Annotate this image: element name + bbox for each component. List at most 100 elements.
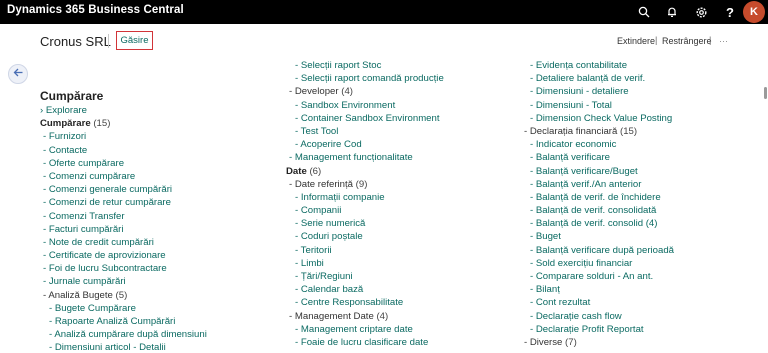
nav-link[interactable]: - Balanță verificare/Buget: [521, 165, 674, 178]
nav-label: - Comparare solduri - An ant.: [530, 271, 654, 282]
nav-label: - Dimensiuni - Total: [530, 99, 612, 111]
nav-link[interactable]: - Bugete Cumpărare: [40, 302, 207, 315]
nav-link[interactable]: - Contacte: [40, 144, 207, 157]
company-name[interactable]: Cronus SRL: [40, 34, 111, 49]
nav-link[interactable]: - Balanță verificare după perioadă: [521, 244, 674, 257]
nav-link[interactable]: - Serie numerică: [286, 217, 444, 230]
nav-link[interactable]: - Comenzi de retur cumpărare: [40, 196, 207, 209]
nav-link[interactable]: - Comenzi cumpărare: [40, 170, 207, 183]
nav-link[interactable]: - Detaliere balanță de verif.: [521, 72, 674, 85]
nav-link[interactable]: - Foaie de lucru clasificare date: [286, 336, 444, 349]
nav-link[interactable]: - Management funcționalitate: [286, 151, 444, 164]
top-bar: Dynamics 365 Business Central ? K: [0, 0, 768, 24]
nav-link[interactable]: - Cont rezultat: [521, 296, 674, 309]
nav-link[interactable]: - Note de credit cumpărări: [40, 236, 207, 249]
item-count: (9): [353, 178, 368, 190]
nav-label: - Rapoarte Analiză Cumpărări: [49, 316, 176, 327]
nav-label: - Test Tool: [295, 125, 339, 137]
nav-label: - Date referință: [289, 178, 353, 190]
nav-label: - Țări/Regiuni: [295, 271, 353, 282]
nav-link[interactable]: - Balanță de verif. de închidere: [521, 191, 674, 204]
nav-link[interactable]: - Rapoarte Analiză Cumpărări: [40, 315, 207, 328]
app-title: Dynamics 365 Business Central: [7, 4, 184, 16]
nav-link[interactable]: - Selecții raport comandă producție: [286, 72, 444, 85]
nav-label: - Companii: [295, 205, 342, 217]
collapse-button[interactable]: Restrângere: [662, 36, 712, 46]
nav-link[interactable]: - Declarație Profit Reportat: [521, 323, 674, 336]
nav-link[interactable]: - Coduri poștale: [286, 230, 444, 243]
nav-link[interactable]: - Calendar bază: [286, 283, 444, 296]
nav-label: - Limbi: [295, 257, 324, 269]
find-button[interactable]: Găsire: [116, 31, 153, 50]
nav-link[interactable]: - Bilanț: [521, 283, 674, 296]
nav-link[interactable]: - Indicator economic: [521, 138, 674, 151]
expand-button[interactable]: Extindere: [617, 36, 655, 46]
nav-link[interactable]: - Facturi cumpărări: [40, 223, 207, 236]
nav-link[interactable]: - Dimensiuni - Total: [521, 99, 674, 112]
nav-label: - Comenzi cumpărare: [43, 170, 136, 182]
nav-link[interactable]: - Container Sandbox Environment: [286, 112, 444, 125]
nav-link[interactable]: - Buget: [521, 230, 674, 243]
nav-label: - Foaie de lucru clasificare date: [295, 336, 429, 348]
nav-link[interactable]: - Țări/Regiuni: [286, 270, 444, 283]
avatar[interactable]: K: [743, 1, 765, 23]
nav-link[interactable]: - Comparare solduri - An ant.: [521, 270, 674, 283]
nav-label: - Teritorii: [295, 244, 332, 256]
nav-link[interactable]: - Balanță verif./An anterior: [521, 178, 674, 191]
nav-link[interactable]: - Selecții raport Stoc: [286, 59, 444, 72]
nav-label: - Furnizori: [43, 131, 87, 143]
nav-link[interactable]: - Jurnale cumpărări: [40, 275, 207, 288]
nav-link[interactable]: - Informații companie: [286, 191, 444, 204]
nav-link[interactable]: - Test Tool: [286, 125, 444, 138]
nav-label: - Balanță de verif. consolid (4): [530, 218, 658, 230]
nav-link[interactable]: - Comenzi Transfer: [40, 210, 207, 223]
nav-link[interactable]: - Balanță verificare: [521, 151, 674, 164]
nav-group: - Analiză Bugete (5): [40, 289, 207, 302]
nav-label: - Acoperire Cod: [295, 139, 362, 151]
nav-link[interactable]: - Sandbox Environment: [286, 99, 444, 112]
nav-link[interactable]: - Companii: [286, 204, 444, 217]
nav-link[interactable]: - Evidența contabilitate: [521, 59, 674, 72]
nav-link[interactable]: - Dimensiuni - detaliere: [521, 85, 674, 98]
gear-icon[interactable]: [692, 3, 710, 21]
nav-link[interactable]: - Teritorii: [286, 244, 444, 257]
nav-label: - Balanță verif./An anterior: [530, 178, 642, 190]
nav-group: - Date referință (9): [286, 178, 444, 191]
nav-link[interactable]: - Dimension Check Value Posting: [521, 112, 674, 125]
nav-label: - Detaliere balanță de verif.: [530, 73, 646, 85]
scrollbar-thumb[interactable]: [764, 87, 767, 99]
nav-label: - Declarația financiară: [524, 125, 618, 137]
search-icon[interactable]: [635, 3, 653, 21]
nav-label: - Balanță verificare după perioadă: [530, 244, 674, 256]
nav-link[interactable]: - Declarație cash flow: [521, 310, 674, 323]
nav-link[interactable]: - Certificate de aprovizionare: [40, 249, 207, 262]
more-options-button[interactable]: ···: [719, 36, 728, 46]
nav-label: - Comenzi Transfer: [43, 210, 125, 222]
nav-link[interactable]: - Balanță de verif. consolid (4): [521, 217, 674, 230]
back-button[interactable]: [8, 64, 28, 84]
nav-link[interactable]: - Analiză cumpărare după dimensiuni: [40, 328, 207, 341]
nav-link[interactable]: - Balanță de verif. consolidată: [521, 204, 674, 217]
nav-link[interactable]: - Acoperire Cod: [286, 138, 444, 151]
nav-link[interactable]: - Dimensiuni articol - Detalii: [40, 341, 207, 353]
nav-link[interactable]: - Management criptare date: [286, 323, 444, 336]
nav-link[interactable]: - Limbi: [286, 257, 444, 270]
nav-link[interactable]: - Oferte cumpărare: [40, 157, 207, 170]
nav-link[interactable]: - Comenzi generale cumpărări: [40, 183, 207, 196]
bell-icon[interactable]: [663, 3, 681, 21]
explore-label: Explorare: [45, 105, 87, 116]
help-icon[interactable]: ?: [721, 3, 739, 21]
nav-label: - Calendar bază: [295, 284, 364, 296]
nav-label: - Management criptare date: [295, 323, 413, 335]
nav-link[interactable]: - Foi de lucru Subcontractare: [40, 262, 207, 275]
nav-link[interactable]: - Sold exercițiu financiar: [521, 257, 674, 270]
explore-link[interactable]: › Explorare: [40, 104, 207, 117]
nav-link[interactable]: - Centre Responsabilitate: [286, 296, 444, 309]
nav-label: - Facturi cumpărări: [43, 223, 124, 235]
nav-label: - Certificate de aprovizionare: [43, 250, 166, 262]
item-count: (5): [112, 289, 128, 301]
nav-label: - Declarație cash flow: [530, 310, 622, 322]
nav-label: Date: [286, 165, 307, 177]
nav-group: - Declarația financiară (15): [521, 125, 674, 138]
nav-link[interactable]: - Furnizori: [40, 130, 207, 143]
